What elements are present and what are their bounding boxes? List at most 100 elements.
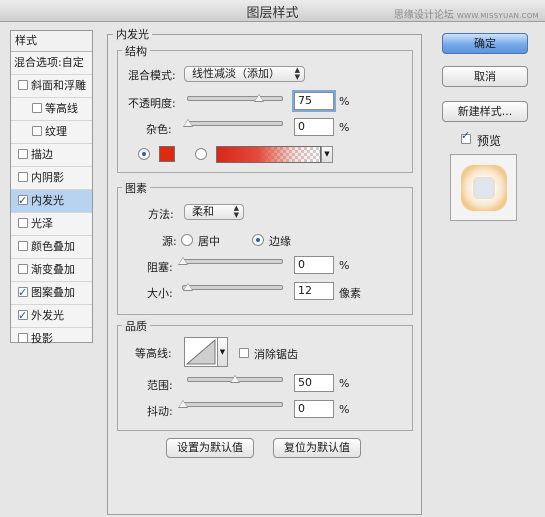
blend-mode-value: 线性减淡（添加）	[192, 67, 280, 80]
source-center-radio[interactable]	[181, 234, 193, 246]
choke-input[interactable]: 0	[294, 256, 334, 274]
cancel-button[interactable]: 取消	[442, 66, 528, 87]
styles-header[interactable]: 样式	[11, 31, 92, 52]
style-item-color-overlay[interactable]: 颜色叠加	[11, 236, 92, 259]
checkbox[interactable]	[18, 149, 28, 159]
jitter-label: 抖动:	[147, 405, 173, 418]
blend-options-item[interactable]: 混合选项:自定	[11, 52, 92, 75]
style-item-label: 渐变叠加	[31, 263, 75, 276]
updown-arrows-icon: ▲ ▼	[233, 204, 239, 219]
style-item-label: 光泽	[31, 217, 53, 230]
antialias-label: 消除锯齿	[254, 348, 298, 361]
noise-label: 杂色:	[146, 123, 172, 136]
preview-label: 预览	[477, 134, 502, 148]
noise-slider[interactable]	[183, 119, 283, 127]
contour-dropdown-button[interactable]: ▼	[218, 337, 228, 367]
range-slider-thumb[interactable]	[230, 375, 240, 383]
noise-slider-thumb[interactable]	[183, 119, 193, 127]
reset-default-button[interactable]: 复位为默认值	[273, 438, 361, 458]
style-item-drop-shadow[interactable]: 投影	[11, 328, 92, 350]
gradient-dropdown-button[interactable]: ▼	[321, 146, 333, 163]
choke-slider[interactable]	[178, 257, 283, 265]
contour-label: 等高线:	[135, 347, 172, 360]
elements-title: 图素	[122, 180, 150, 196]
preview-checkbox[interactable]	[461, 129, 471, 144]
glow-color-swatch[interactable]	[159, 146, 175, 162]
checkbox[interactable]	[18, 264, 28, 274]
style-item-contour[interactable]: 等高线	[11, 98, 92, 121]
style-item-pattern-overlay[interactable]: 图案叠加	[11, 282, 92, 305]
watermark-url: WWW.MISSYUAN.COM	[456, 12, 539, 20]
style-item-label: 投影	[31, 332, 53, 345]
choke-label: 阻塞:	[147, 261, 173, 274]
range-slider[interactable]	[187, 375, 283, 383]
ok-button[interactable]: 确定	[442, 33, 528, 54]
checkbox[interactable]	[18, 241, 28, 251]
range-label: 范围:	[147, 379, 173, 392]
size-slider-thumb[interactable]	[182, 283, 193, 291]
checkbox-checked[interactable]	[18, 305, 28, 327]
style-item-label: 内发光	[31, 194, 64, 207]
contour-picker[interactable]	[184, 337, 218, 367]
style-item-label: 颜色叠加	[31, 240, 75, 253]
styles-list: 样式 混合选项:自定 斜面和浮雕 等高线 纹理 描边 内阴影 内发光 光泽 颜色…	[10, 30, 93, 345]
checkbox[interactable]	[18, 80, 28, 90]
antialias-checkbox[interactable]	[239, 348, 249, 358]
jitter-input[interactable]: 0	[294, 400, 334, 418]
source-center-label: 居中	[198, 235, 220, 248]
gradient-radio[interactable]	[195, 148, 207, 160]
contour-curve-icon	[185, 338, 216, 365]
chevron-down-icon: ▼	[324, 150, 330, 158]
checkbox[interactable]	[18, 333, 28, 343]
blend-mode-label: 混合模式:	[128, 69, 176, 82]
new-style-button[interactable]: 新建样式...	[442, 101, 528, 122]
checkbox[interactable]	[32, 103, 42, 113]
updown-arrows-icon: ▲ ▼	[294, 66, 300, 81]
technique-select[interactable]: 柔和 ▲ ▼	[184, 204, 244, 220]
style-preview-thumbnail	[450, 154, 517, 221]
style-item-label: 描边	[31, 148, 53, 161]
jitter-slider-thumb[interactable]	[178, 400, 188, 408]
size-unit: 像素	[339, 287, 361, 300]
style-item-bevel-emboss[interactable]: 斜面和浮雕	[11, 75, 92, 98]
style-item-inner-glow[interactable]: 内发光	[11, 190, 92, 213]
watermark-text: 思缘设计论坛	[393, 10, 454, 21]
checkbox[interactable]	[18, 172, 28, 182]
checkbox-checked[interactable]	[18, 190, 28, 212]
noise-unit: %	[339, 121, 350, 134]
structure-title: 结构	[122, 43, 150, 59]
blend-mode-select[interactable]: 线性减淡（添加） ▲ ▼	[184, 66, 305, 82]
style-item-gradient-overlay[interactable]: 渐变叠加	[11, 259, 92, 282]
size-input[interactable]: 12	[294, 282, 334, 300]
size-slider[interactable]	[182, 283, 283, 291]
style-item-stroke[interactable]: 描边	[11, 144, 92, 167]
noise-input[interactable]: 0	[294, 118, 334, 136]
solid-color-radio[interactable]	[138, 148, 150, 160]
make-default-button[interactable]: 设置为默认值	[166, 438, 254, 458]
style-item-label: 内阴影	[31, 171, 64, 184]
watermark: 思缘设计论坛 WWW.MISSYUAN.COM	[394, 6, 539, 21]
style-item-label: 图案叠加	[31, 286, 75, 299]
preview-inner	[473, 177, 495, 199]
checkbox[interactable]	[18, 218, 28, 228]
style-item-label: 外发光	[31, 309, 64, 322]
source-edge-radio[interactable]	[252, 234, 264, 246]
checkbox[interactable]	[32, 126, 42, 136]
opacity-label: 不透明度:	[128, 97, 176, 110]
range-input[interactable]: 50	[294, 374, 334, 392]
choke-slider-thumb[interactable]	[178, 257, 188, 265]
jitter-slider[interactable]	[178, 400, 283, 408]
opacity-slider-thumb[interactable]	[253, 94, 264, 102]
source-edge-label: 边缘	[269, 235, 291, 248]
style-item-satin[interactable]: 光泽	[11, 213, 92, 236]
size-label: 大小:	[147, 287, 173, 300]
style-item-outer-glow[interactable]: 外发光	[11, 305, 92, 328]
opacity-input[interactable]: 75	[292, 90, 336, 112]
glow-gradient-picker[interactable]	[216, 146, 321, 163]
opacity-slider[interactable]	[187, 94, 283, 102]
opacity-unit: %	[339, 95, 350, 108]
style-item-texture[interactable]: 纹理	[11, 121, 92, 144]
checkbox-checked[interactable]	[18, 282, 28, 304]
technique-label: 方法:	[148, 208, 174, 221]
style-item-inner-shadow[interactable]: 内阴影	[11, 167, 92, 190]
